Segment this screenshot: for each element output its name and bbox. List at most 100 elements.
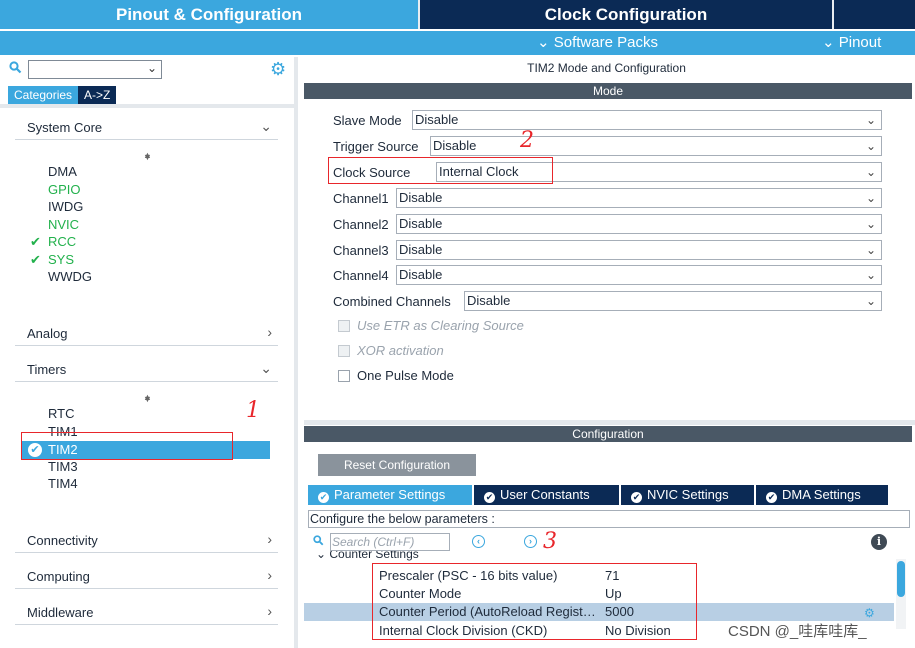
item-label: IWDG: [48, 199, 84, 214]
gear-icon[interactable]: ⚙: [270, 59, 286, 80]
tab-label: NVIC Settings: [647, 487, 729, 502]
tab-a-to-z[interactable]: A->Z: [78, 86, 117, 104]
parameter-scrollbar[interactable]: [896, 559, 906, 629]
select-value: Disable: [399, 267, 443, 282]
channel3-select[interactable]: Disable ⌄: [396, 240, 882, 260]
tab-extra[interactable]: [834, 0, 915, 29]
parameter-search-input[interactable]: Search (Ctrl+F): [330, 533, 450, 551]
panel-title: TIM2 Mode and Configuration: [527, 61, 686, 75]
tab-categories[interactable]: Categories: [8, 86, 79, 104]
category-search-input[interactable]: ⌄: [28, 60, 162, 79]
channel1-select[interactable]: Disable ⌄: [396, 188, 882, 208]
list-item-wwdg[interactable]: WWDG: [28, 268, 92, 286]
tab-pinout-configuration[interactable]: Pinout & Configuration: [0, 0, 418, 29]
reset-configuration-button[interactable]: Reset Configuration: [318, 454, 476, 476]
list-item-gpio[interactable]: GPIO: [28, 181, 92, 199]
sort-arrow-icon[interactable]: ▲ ▼: [143, 150, 152, 170]
list-item-rtc[interactable]: RTC: [28, 405, 78, 423]
chevron-right-icon: ›: [267, 531, 272, 547]
group-analog[interactable]: Analog ›: [15, 322, 278, 346]
list-item-iwdg[interactable]: IWDG: [28, 198, 92, 216]
use-etr-clearing-checkbox: [338, 320, 350, 332]
item-label: TIM4: [48, 476, 78, 491]
channel4-select[interactable]: Disable ⌄: [396, 265, 882, 285]
item-label: RCC: [48, 234, 77, 249]
group-label: Middleware: [27, 605, 94, 620]
field-label: Channel2: [333, 217, 389, 232]
divider: [0, 104, 298, 108]
sort-arrow-icon[interactable]: ▲ ▼: [143, 392, 152, 412]
top-tab-bar: Pinout & Configuration Clock Configurati…: [0, 0, 915, 29]
mode-configuration-panel: TIM2 Mode and Configuration Mode Slave M…: [304, 57, 915, 648]
field-label: Trigger Source: [333, 139, 419, 154]
field-label: Channel3: [333, 243, 389, 258]
list-item-nvic[interactable]: NVIC: [28, 216, 92, 234]
group-label: Analog: [27, 326, 68, 341]
list-item-tim3[interactable]: TIM3: [28, 458, 78, 476]
annotation-number-three: 3: [543, 529, 557, 554]
slave-mode-select[interactable]: Disable ⌄: [412, 110, 882, 130]
trigger-source-select[interactable]: Disable ⌄: [430, 136, 882, 156]
search-previous-icon[interactable]: ‹: [472, 535, 485, 548]
configure-parameters-text: Configure the below parameters :: [308, 510, 910, 528]
tab-dma-settings[interactable]: ✔ DMA Settings: [756, 485, 888, 505]
group-computing[interactable]: Computing ›: [15, 565, 278, 589]
configuration-header: Configuration: [304, 426, 912, 442]
mode-header: Mode: [304, 83, 912, 99]
divider: [304, 420, 915, 425]
sub-menu-bar: ⌄ Software Packs ⌄ Pinout: [0, 31, 915, 55]
chevron-down-icon[interactable]: ⌄: [147, 61, 157, 75]
annotation-box-clock-source: [328, 157, 553, 184]
tab-user-constants[interactable]: ✔ User Constants: [474, 485, 619, 505]
group-connectivity[interactable]: Connectivity ›: [15, 529, 278, 553]
chevron-down-icon: ⌄: [865, 217, 876, 231]
item-label: NVIC: [48, 216, 80, 232]
info-icon[interactable]: i: [871, 534, 887, 550]
check-circle-icon: ✔: [318, 492, 329, 503]
tab-nvic-settings[interactable]: ✔ NVIC Settings: [621, 485, 754, 505]
check-circle-icon: ✔: [766, 492, 777, 503]
chevron-down-icon: ⌄: [865, 268, 876, 282]
group-timers[interactable]: Timers ⌄: [15, 358, 278, 382]
group-label: System Core: [27, 120, 103, 135]
channel2-select[interactable]: Disable ⌄: [396, 214, 882, 234]
tab-parameter-settings[interactable]: ✔ Parameter Settings: [308, 485, 472, 505]
chevron-down-icon: ⌄: [865, 294, 876, 308]
one-pulse-mode-checkbox[interactable]: [338, 370, 350, 382]
categories-panel: ⌄ ⚙ Categories A->Z System Core ⌄ ▲ ▼ DMA …: [0, 57, 298, 648]
pinout-menu[interactable]: ⌄ Pinout: [822, 31, 881, 55]
category-search-row: ⌄ ⚙: [0, 57, 298, 83]
list-item-rcc[interactable]: ✔ RCC: [28, 233, 92, 251]
chevron-down-icon: ⌄: [865, 165, 876, 179]
tab-clock-configuration[interactable]: Clock Configuration: [420, 0, 832, 29]
field-label: Combined Channels: [333, 294, 451, 309]
annotation-box-tim2: [21, 432, 233, 460]
system-core-list: DMA GPIO IWDG NVIC ✔ RCC ✔ SYS WWDG: [28, 163, 92, 286]
xor-activation-checkbox: [338, 345, 350, 357]
category-view-tabs: Categories A->Z: [8, 86, 117, 104]
select-value: Disable: [467, 293, 511, 308]
software-packs-menu[interactable]: ⌄ Software Packs: [537, 31, 658, 55]
field-label: Channel4: [333, 268, 389, 283]
select-value: Disable: [399, 242, 443, 257]
list-item-tim4[interactable]: TIM4: [28, 475, 78, 493]
scrollbar-thumb[interactable]: [897, 561, 905, 597]
annotation-number-one: 1: [246, 398, 260, 423]
annotation-number-two: 2: [520, 128, 534, 153]
select-value: Disable: [433, 138, 477, 153]
chevron-right-icon: ›: [267, 324, 272, 340]
group-label: Computing: [27, 569, 90, 584]
chevron-down-icon: ⌄: [865, 191, 876, 205]
group-system-core[interactable]: System Core ⌄: [15, 116, 278, 140]
gear-icon[interactable]: ⚙: [864, 606, 875, 620]
group-middleware[interactable]: Middleware ›: [15, 601, 278, 625]
search-next-icon[interactable]: ›: [524, 535, 537, 548]
list-item-sys[interactable]: ✔ SYS: [28, 251, 92, 269]
counter-settings-header[interactable]: ⌄ Counter Settings: [316, 551, 419, 561]
check-icon: ✔: [30, 251, 41, 267]
list-item-dma[interactable]: DMA: [28, 163, 92, 181]
combined-channels-select[interactable]: Disable ⌄: [464, 291, 882, 311]
chevron-down-icon: ⌄: [865, 113, 876, 127]
chevron-down-icon: ⌄: [260, 118, 272, 134]
item-label: RTC: [48, 406, 75, 421]
